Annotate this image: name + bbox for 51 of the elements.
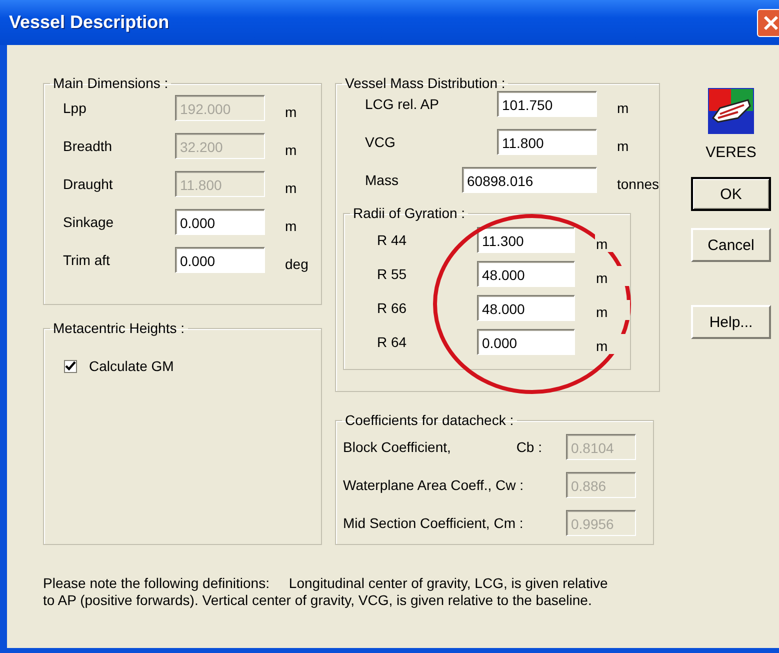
input-field[interactable]: 101.750 [497, 91, 597, 117]
field-label: Block Coefficient, [343, 439, 451, 455]
unit-label: m [285, 141, 298, 158]
field-label: Lpp [63, 100, 88, 116]
unit-label: m [285, 217, 298, 234]
dialog-button[interactable]: OK [691, 177, 771, 211]
unit-label: m [285, 103, 298, 120]
group-title: Metacentric Heights : [52, 320, 186, 336]
field-label: Trim aft [63, 252, 111, 268]
dialog-button[interactable]: Cancel [691, 228, 771, 262]
close-icon [763, 14, 779, 30]
checkbox[interactable] [64, 360, 77, 372]
field-label: Waterplane Area Coeff., Cw : [343, 477, 524, 493]
unit-label: deg [285, 255, 310, 272]
field-label: R 64 [377, 334, 408, 350]
unit-label: tonnes [617, 175, 660, 192]
group-title: Radii of Gyration : [352, 205, 466, 221]
input-field[interactable]: 60898.016 [462, 167, 597, 193]
input-field[interactable]: 11.800 [497, 129, 597, 155]
checkbox-label[interactable]: Calculate GM [89, 358, 174, 374]
input-field[interactable]: 48.000 [477, 295, 575, 321]
unit-label: m [617, 99, 630, 116]
input-field[interactable]: 0.000 [477, 329, 575, 355]
close-button[interactable] [757, 8, 779, 36]
unit-label: m [617, 137, 630, 154]
field-label: R 55 [377, 266, 408, 282]
field-label: R 66 [377, 300, 408, 316]
symbol-label: Cb : [516, 439, 542, 455]
input-field[interactable]: 0.000 [175, 209, 265, 235]
field-label: Mid Section Coefficient, Cm : [343, 515, 524, 531]
input-field[interactable]: 48.000 [477, 261, 575, 287]
logo-label: VERES [706, 144, 756, 161]
field-label: Draught [63, 176, 114, 192]
window-title: Vessel Description [9, 12, 170, 33]
group-title: Vessel Mass Distribution : [344, 75, 506, 91]
input-field[interactable]: 0.000 [175, 247, 265, 273]
definitions-note: Please note the following definitions: Longitudinal center of gravity, LCG, is given relative to AP (positive forwards). Vertical center of gravity, VCG, is given relative to the baseline. [43, 575, 609, 609]
unit-label: m [285, 179, 298, 196]
group-title: Main Dimensions : [52, 75, 170, 91]
field-label: Mass [365, 172, 400, 188]
group-title: Coefficients for datacheck : [344, 412, 515, 428]
field-label: Breadth [63, 138, 114, 154]
input-field[interactable]: 11.300 [477, 227, 575, 253]
field-label: LCG rel. AP [365, 96, 440, 112]
field-label: R 44 [377, 232, 408, 248]
field-label: Sinkage [63, 214, 115, 230]
ship-logo-icon [708, 88, 754, 134]
unit-label: m [595, 266, 630, 286]
field-label: VCG [365, 134, 396, 150]
dialog-button[interactable]: Help... [691, 305, 771, 339]
unit-label: m [595, 300, 630, 320]
